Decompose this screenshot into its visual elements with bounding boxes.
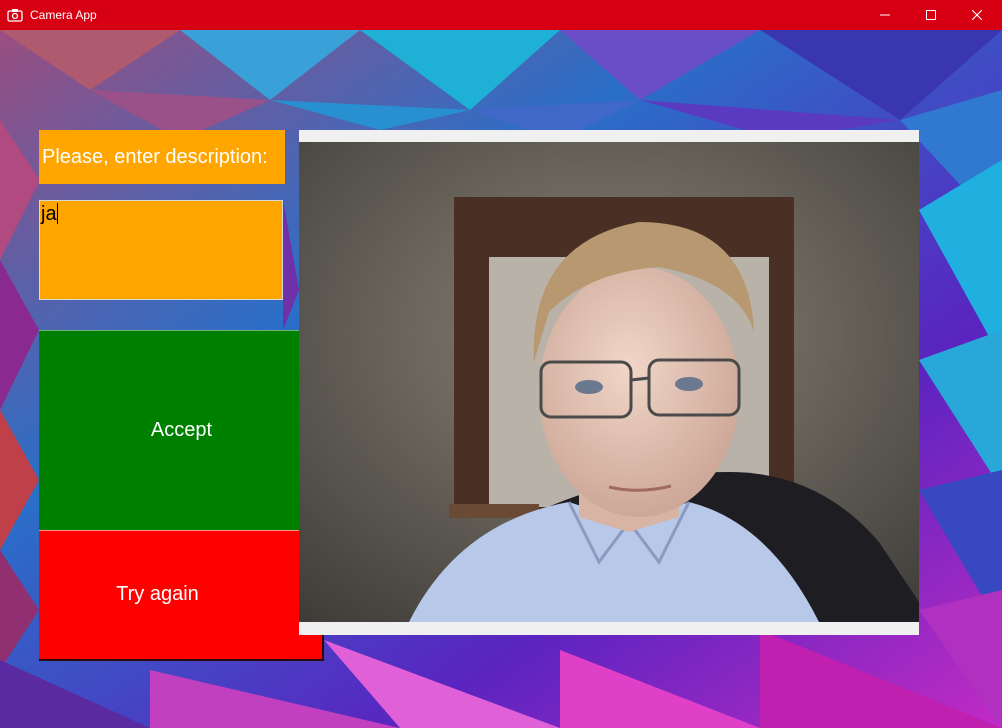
camera-icon (7, 7, 23, 23)
close-button[interactable] (954, 0, 1000, 30)
camera-preview (299, 130, 919, 635)
description-label: Please, enter description: (39, 130, 285, 184)
try-again-button[interactable]: Try again (39, 530, 324, 661)
minimize-button[interactable] (862, 0, 908, 30)
try-again-button-label: Try again (116, 583, 199, 605)
text-caret (56, 203, 58, 224)
window-title: Camera App (30, 8, 97, 22)
webcam-photo-image (299, 142, 919, 622)
maximize-icon (926, 10, 936, 20)
accept-button-label: Accept (150, 419, 213, 441)
title-bar: Camera App (0, 0, 1002, 30)
accept-button[interactable]: Accept (39, 330, 299, 530)
minimize-icon (880, 14, 890, 16)
description-input[interactable]: ja (39, 200, 283, 300)
description-input-value: ja (41, 203, 57, 225)
close-icon (972, 10, 982, 20)
webcam-photo (299, 142, 919, 622)
maximize-button[interactable] (908, 0, 954, 30)
description-label-text: Please, enter description: (42, 145, 268, 168)
